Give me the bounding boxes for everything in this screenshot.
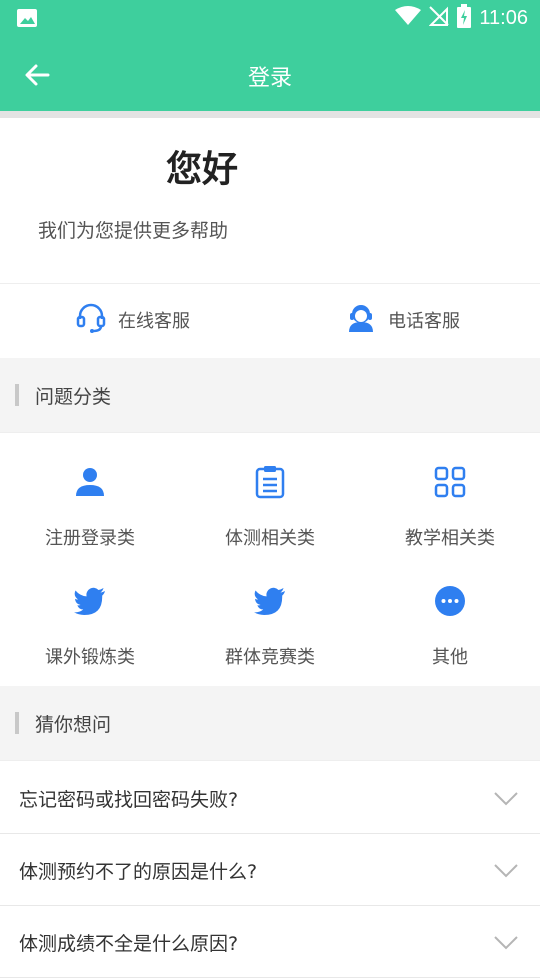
- category-label: 注册登录类: [45, 528, 135, 549]
- battery-icon: [457, 4, 472, 32]
- phone-service-label: 电话客服: [388, 311, 460, 332]
- faq-item[interactable]: 体测成绩不全是什么原因?: [0, 905, 540, 978]
- greeting-subtitle: 我们为您提供更多帮助: [38, 220, 229, 242]
- faq-question: 体测成绩不全是什么原因?: [19, 933, 239, 955]
- category-section-header: 问题分类: [0, 358, 540, 432]
- category-group-competition[interactable]: 群体竞赛类: [180, 581, 360, 669]
- chevron-down-icon: [494, 863, 518, 882]
- category-register-login[interactable]: 注册登录类: [0, 462, 180, 550]
- online-service-label: 在线客服: [118, 311, 190, 332]
- category-label: 群体竞赛类: [225, 647, 315, 668]
- faq-item[interactable]: 忘记密码或找回密码失败?: [0, 761, 540, 834]
- faq-question: 忘记密码或找回密码失败?: [19, 789, 239, 811]
- faq-section-header: 猜你想问: [0, 686, 540, 760]
- category-label: 体测相关类: [225, 528, 315, 549]
- category-label: 课外锻炼类: [45, 647, 135, 668]
- category-teaching[interactable]: 教学相关类: [360, 462, 540, 550]
- agent-icon: [346, 302, 376, 339]
- headset-icon: [76, 302, 106, 339]
- category-extracurricular[interactable]: 课外锻炼类: [0, 581, 180, 669]
- bird-icon: [180, 581, 360, 621]
- faq-item[interactable]: 体测预约不了的原因是什么?: [0, 833, 540, 906]
- category-fitness-test[interactable]: 体测相关类: [180, 462, 360, 550]
- clock: 11:06: [479, 6, 528, 29]
- more-icon: [360, 581, 540, 621]
- image-notification-icon: [16, 8, 38, 32]
- greeting-title: 您好: [166, 149, 239, 190]
- category-other[interactable]: 其他: [360, 581, 540, 669]
- divider: [0, 283, 540, 284]
- section-marker: [15, 712, 19, 734]
- no-signal-icon: [429, 5, 450, 31]
- faq-question: 体测预约不了的原因是什么?: [19, 861, 258, 883]
- divider: [0, 432, 540, 433]
- online-service-button[interactable]: 在线客服: [76, 300, 190, 340]
- faq-section-title: 猜你想问: [35, 714, 112, 736]
- header-shadow: [0, 111, 540, 118]
- bird-icon: [0, 581, 180, 621]
- status-bar: 11:06: [0, 0, 540, 36]
- wifi-icon: [395, 6, 422, 30]
- section-marker: [15, 384, 19, 406]
- chevron-down-icon: [494, 791, 518, 810]
- page-title: 登录: [247, 66, 292, 91]
- category-label: 教学相关类: [405, 528, 495, 549]
- category-label: 其他: [432, 647, 468, 668]
- category-section-title: 问题分类: [35, 386, 112, 408]
- chevron-down-icon: [494, 935, 518, 954]
- phone-service-button[interactable]: 电话客服: [346, 300, 460, 340]
- app-bar: 登录: [0, 36, 540, 111]
- person-icon: [0, 462, 180, 502]
- grid-icon: [360, 462, 540, 502]
- clipboard-icon: [180, 462, 360, 502]
